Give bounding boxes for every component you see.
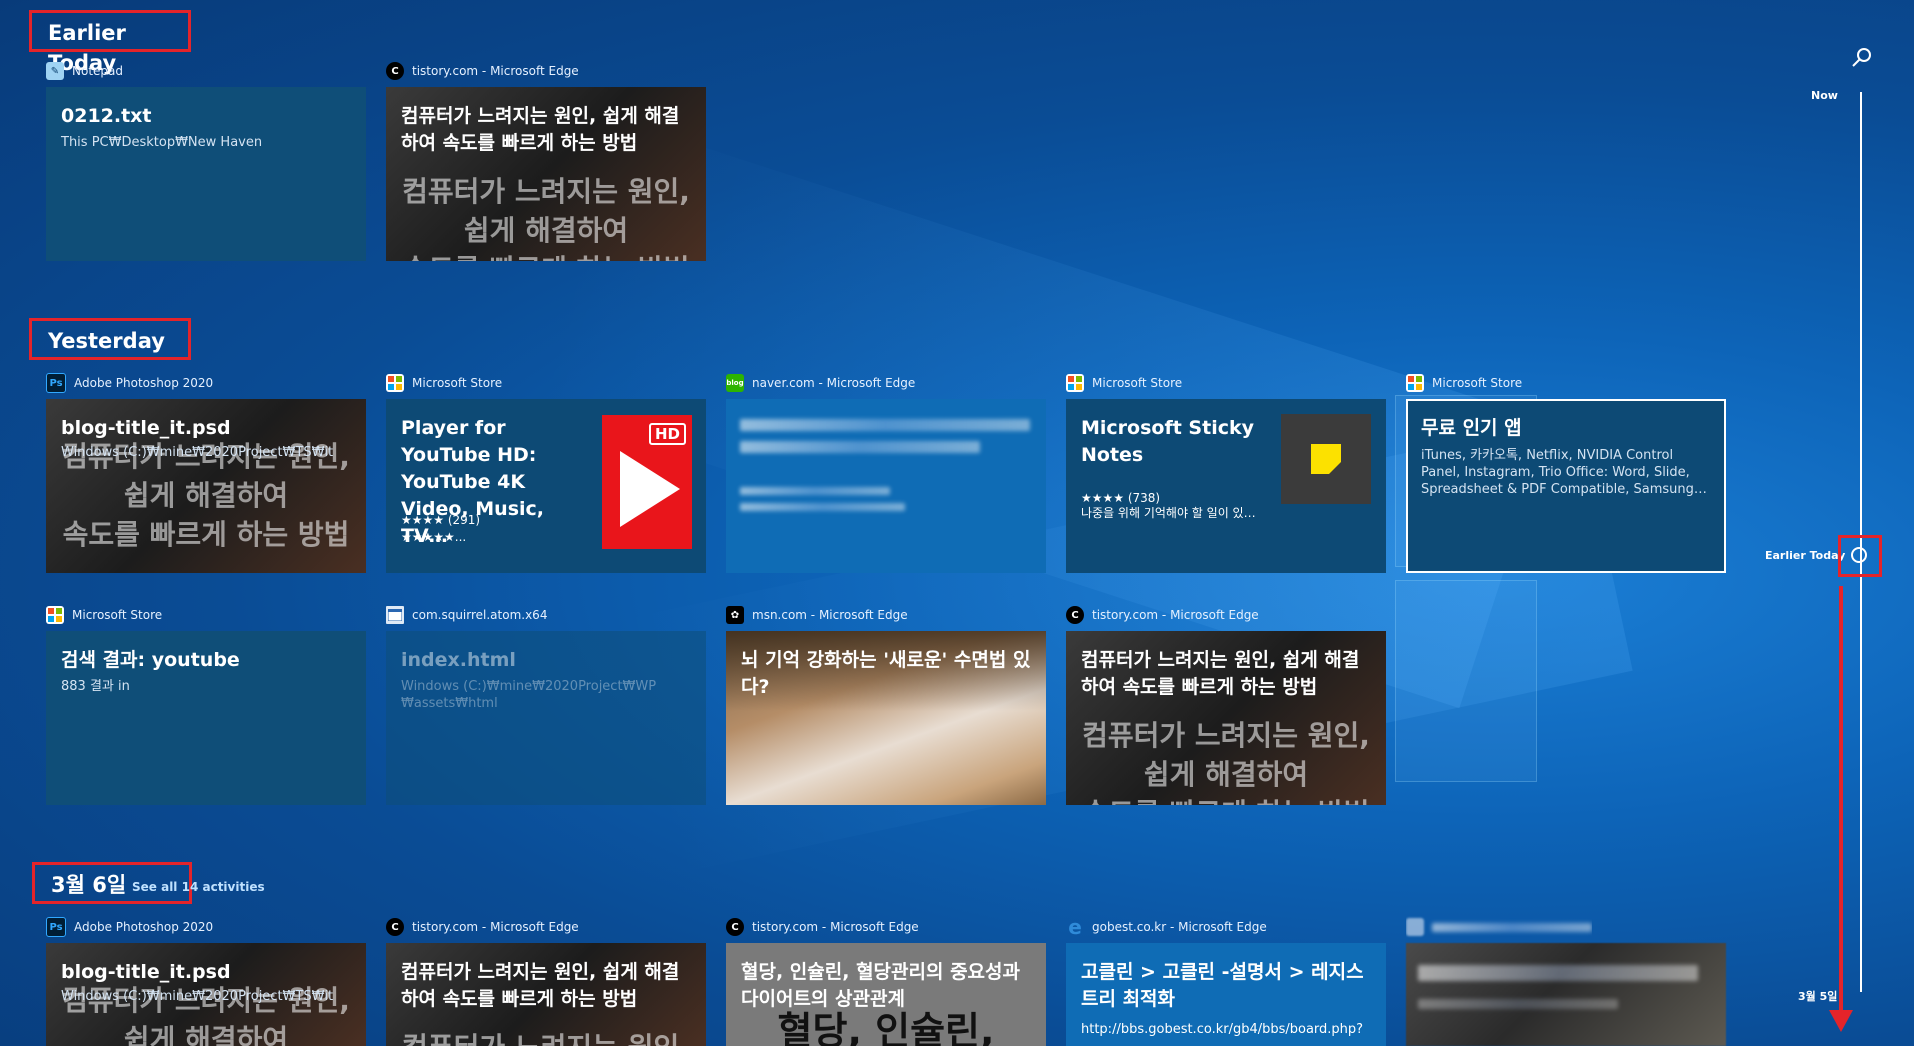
blurred-text	[1432, 922, 1592, 932]
card-subtitle: Windows (C:)₩mine₩2020Project₩TS₩it	[61, 445, 334, 460]
tistory-icon: C	[386, 62, 404, 80]
sticky-notes-app-icon	[1281, 414, 1371, 504]
card-app-header: C tistory.com - Microsoft Edge	[386, 59, 579, 83]
scroll-down-arrow	[1839, 586, 1843, 1016]
card-title: index.html	[401, 649, 516, 671]
activity-card-gobest[interactable]: 고클린 > 고클린 -설명서 > 레지스트리 최적화 http://bbs.go…	[1066, 943, 1386, 1046]
blurred-text	[740, 419, 1030, 431]
card-subtitle: Windows (C:)₩mine₩2020Project₩TS₩it	[61, 989, 334, 1004]
card-app-header: Microsoft Store	[386, 371, 502, 395]
card-app-header: e gobest.co.kr - Microsoft Edge	[1066, 915, 1267, 939]
tistory-icon: C	[386, 918, 404, 936]
card-app-header: Microsoft Store	[1406, 371, 1522, 395]
activity-card-tistory[interactable]: 컴퓨터가 느려지는 원인, 쉽게 해결하여 속도를 빠르게 하는 방법 컴퓨터가…	[1066, 631, 1386, 805]
activity-card-photoshop[interactable]: 컴퓨터가 느려지는 원인, 쉽게 해결하여 속도를 빠르게 하는 방법 blog…	[46, 399, 366, 573]
notepad-icon: ✎	[46, 62, 64, 80]
card-app-header: blog naver.com - Microsoft Edge	[726, 374, 916, 392]
play-icon	[620, 451, 680, 527]
card-app-header: ✎ Notepad	[46, 59, 123, 83]
card-app-header: Ps Adobe Photoshop 2020	[46, 915, 213, 939]
activity-card-tistory[interactable]: 컴퓨터가 느려지는 원인, 쉽게 해결하여 속도를 빠르게 하는 방법 컴퓨터가…	[386, 943, 706, 1046]
activity-card-atom[interactable]: index.html Windows (C:)₩mine₩2020Project…	[386, 631, 706, 805]
activity-card-tistory[interactable]: 컴퓨터가 느려지는 원인, 쉽게 해결하여 속도를 빠르게 하는 방법 컴퓨터가…	[386, 87, 706, 261]
photoshop-icon: Ps	[46, 917, 66, 937]
store-icon	[46, 606, 64, 624]
window-app-icon	[386, 606, 404, 624]
card-title: 뇌 기억 강화하는 '새로운' 수면법 있다?	[741, 649, 1031, 698]
timeline-label-earlier-today: Earlier Today	[1765, 549, 1846, 562]
card-url: http://bbs.gobest.co.kr/gb4/bbs/board.ph…	[1081, 1022, 1364, 1037]
blurred-text	[740, 487, 890, 495]
card-title: Microsoft Sticky Notes	[1081, 417, 1254, 466]
tistory-icon: C	[726, 918, 744, 936]
card-title: 컴퓨터가 느려지는 원인, 쉽게 해결하여 속도를 빠르게 하는 방법	[401, 961, 680, 1010]
blurred-text	[1418, 965, 1698, 981]
card-app-header: C tistory.com - Microsoft Edge	[1066, 603, 1259, 627]
card-subtitle: 883 결과 in	[61, 679, 130, 694]
edge-icon: e	[1068, 915, 1082, 939]
card-title: 혈당, 인슐린, 혈당관리의 중요성과 다이어트의 상관관계	[741, 961, 1021, 1010]
activity-card-photoshop[interactable]: 컴퓨터가 느려지는 원인, 쉽게 해결하여 blog-title_it.psd …	[46, 943, 366, 1046]
card-title: 컴퓨터가 느려지는 원인, 쉽게 해결하여 속도를 빠르게 하는 방법	[1081, 649, 1360, 698]
activity-card-msn[interactable]: 뇌 기억 강화하는 '새로운' 수면법 있다?	[726, 631, 1046, 805]
card-description: iTunes, 카카오톡, Netflix, NVIDIA Control Pa…	[1421, 448, 1707, 497]
card-title: 0212.txt	[61, 105, 152, 127]
activity-card-notepad[interactable]: 0212.txt This PC₩Desktop₩New Haven	[46, 87, 366, 261]
activity-card-blurred[interactable]	[1406, 943, 1726, 1046]
activity-card-naver[interactable]	[726, 399, 1046, 573]
card-title: blog-title_it.psd	[61, 961, 231, 983]
blurred-app-icon	[1406, 918, 1424, 936]
card-app-header	[1406, 915, 1592, 939]
card-app-header: Ps Adobe Photoshop 2020	[46, 371, 213, 395]
card-app-header: C tistory.com - Microsoft Edge	[386, 915, 579, 939]
msn-icon: ✿	[726, 606, 744, 624]
store-icon	[1066, 374, 1084, 392]
card-app-header: com.squirrel.atom.x64	[386, 603, 547, 627]
sticky-note-fold	[1329, 462, 1341, 474]
blurred-text	[1418, 999, 1618, 1009]
card-description: 나중을 위해 기억해야 할 일이 있…	[1081, 506, 1256, 520]
card-app-header: Microsoft Store	[46, 603, 162, 627]
tistory-icon: C	[1066, 606, 1084, 624]
see-all-link[interactable]: See all 14 activities	[132, 880, 265, 894]
naver-blog-icon: blog	[726, 374, 744, 392]
activity-card-store-search[interactable]: 검색 결과: youtube 883 결과 in	[46, 631, 366, 805]
card-title: 검색 결과: youtube	[61, 649, 240, 671]
card-subtitle: Windows (C:)₩mine₩2020Project₩WP ₩assets…	[401, 679, 657, 711]
card-app-header: ✿ msn.com - Microsoft Edge	[726, 603, 908, 627]
section-title-yesterday: Yesterday	[29, 318, 191, 360]
card-app-header: C tistory.com - Microsoft Edge	[726, 915, 919, 939]
timeline-label-mar5: 3월 5일	[1798, 990, 1838, 1003]
photoshop-icon: Ps	[46, 373, 66, 393]
store-icon	[1406, 374, 1424, 392]
activity-card-tistory-blood-sugar[interactable]: 혈당, 인슐린, 혈당관리의 중요성과 다이어트의 상관관계 혈당, 인슐린,	[726, 943, 1046, 1046]
store-icon	[386, 374, 404, 392]
timeline-thumb[interactable]	[1851, 547, 1867, 563]
scroll-down-arrow-head	[1829, 1010, 1853, 1032]
activity-card-youtube-player[interactable]: Player for YouTube HD: YouTube 4K Video,…	[386, 399, 706, 573]
section-title-earlier-today: Earlier Today	[29, 10, 191, 75]
activity-card-free-apps[interactable]: 무료 인기 앱 iTunes, 카카오톡, Netflix, NVIDIA Co…	[1406, 399, 1726, 573]
timeline-label-now: Now	[1811, 89, 1838, 102]
search-icon[interactable]	[1850, 46, 1874, 70]
card-title: 무료 인기 앱	[1421, 417, 1522, 439]
windows-logo-pane	[1395, 580, 1537, 782]
card-title: 컴퓨터가 느려지는 원인, 쉽게 해결하여 속도를 빠르게 하는 방법	[401, 105, 680, 154]
blurred-text	[740, 441, 980, 453]
youtube-hd-app-icon: HD	[602, 415, 692, 549]
blurred-text	[740, 503, 905, 511]
card-app-header: Microsoft Store	[1066, 371, 1182, 395]
card-title: 고클린 > 고클린 -설명서 > 레지스트리 최적화	[1081, 961, 1364, 1010]
activity-card-sticky-notes[interactable]: Microsoft Sticky Notes ★★★★ (738) 나중을 위해…	[1066, 399, 1386, 573]
card-subtitle: This PC₩Desktop₩New Haven	[61, 135, 263, 150]
card-title: blog-title_it.psd	[61, 417, 231, 439]
